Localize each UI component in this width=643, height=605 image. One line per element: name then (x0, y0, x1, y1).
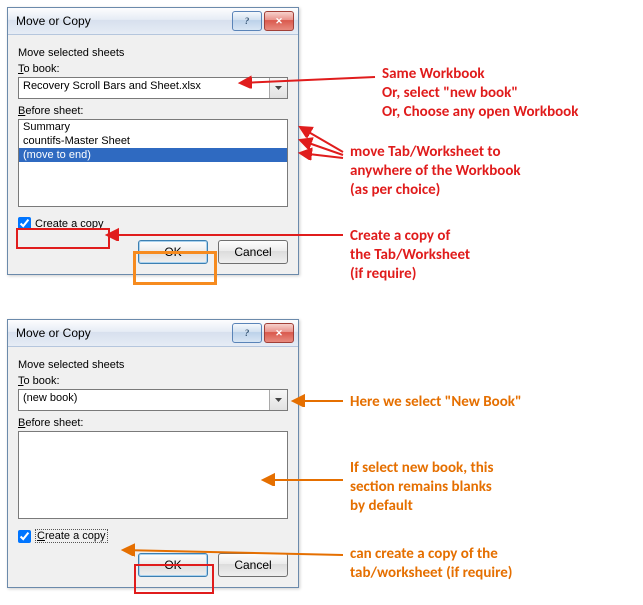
move-or-copy-dialog-2: Move or Copy ? ✕ Move selected sheets To… (7, 319, 299, 588)
cancel-button[interactable]: Cancel (218, 553, 288, 577)
annotation-new-book: Here we select "New Book" (350, 393, 522, 412)
chevron-down-icon (275, 398, 282, 402)
to-book-value: (new book) (19, 390, 269, 410)
list-item[interactable]: Summary (19, 120, 287, 134)
create-copy-checkbox[interactable] (18, 530, 31, 543)
to-book-value: Recovery Scroll Bars and Sheet.xlsx (19, 78, 269, 98)
cancel-button[interactable]: Cancel (218, 240, 288, 264)
to-book-label: To book: (18, 63, 288, 75)
help-button[interactable]: ? (232, 11, 262, 31)
titlebar[interactable]: Move or Copy ? ✕ (8, 320, 298, 347)
ok-button[interactable]: OK (138, 553, 208, 577)
to-book-dropdown-button[interactable] (269, 390, 287, 410)
create-copy-label: Create a copy (35, 218, 104, 230)
annotation-move-tab: move Tab/Worksheet to anywhere of the Wo… (350, 143, 521, 199)
move-or-copy-dialog-1: Move or Copy ? ✕ Move selected sheets To… (7, 7, 299, 275)
before-sheet-label: Before sheet: (18, 105, 288, 117)
to-book-combo[interactable]: (new book) (18, 389, 288, 411)
annotation-same-workbook: Same Workbook Or, select "new book" Or, … (382, 65, 578, 121)
to-book-combo[interactable]: Recovery Scroll Bars and Sheet.xlsx (18, 77, 288, 99)
titlebar[interactable]: Move or Copy ? ✕ (8, 8, 298, 35)
to-book-dropdown-button[interactable] (269, 78, 287, 98)
dialog-title: Move or Copy (16, 326, 230, 340)
instruction-label: Move selected sheets (18, 359, 288, 371)
to-book-label: To book: (18, 375, 288, 387)
instruction-label: Move selected sheets (18, 47, 288, 59)
list-item[interactable]: (move to end) (19, 148, 287, 162)
before-sheet-listbox[interactable] (18, 431, 288, 519)
list-item[interactable]: countifs-Master Sheet (19, 134, 287, 148)
create-copy-checkbox[interactable] (18, 217, 31, 230)
annotation-create-copy: Create a copy of the Tab/Worksheet (if r… (350, 227, 470, 283)
close-button[interactable]: ✕ (264, 323, 294, 343)
help-button[interactable]: ? (232, 323, 262, 343)
dialog-title: Move or Copy (16, 14, 230, 28)
close-button[interactable]: ✕ (264, 11, 294, 31)
create-copy-label: Create a copy (35, 529, 108, 543)
before-sheet-listbox[interactable]: Summary countifs-Master Sheet (move to e… (18, 119, 288, 207)
annotation-section-blank: If select new book, this section remains… (350, 459, 493, 515)
annotation-can-create-copy: can create a copy of the tab/worksheet (… (350, 545, 512, 583)
ok-button[interactable]: OK (138, 240, 208, 264)
before-sheet-label: Before sheet: (18, 417, 288, 429)
chevron-down-icon (275, 86, 282, 90)
